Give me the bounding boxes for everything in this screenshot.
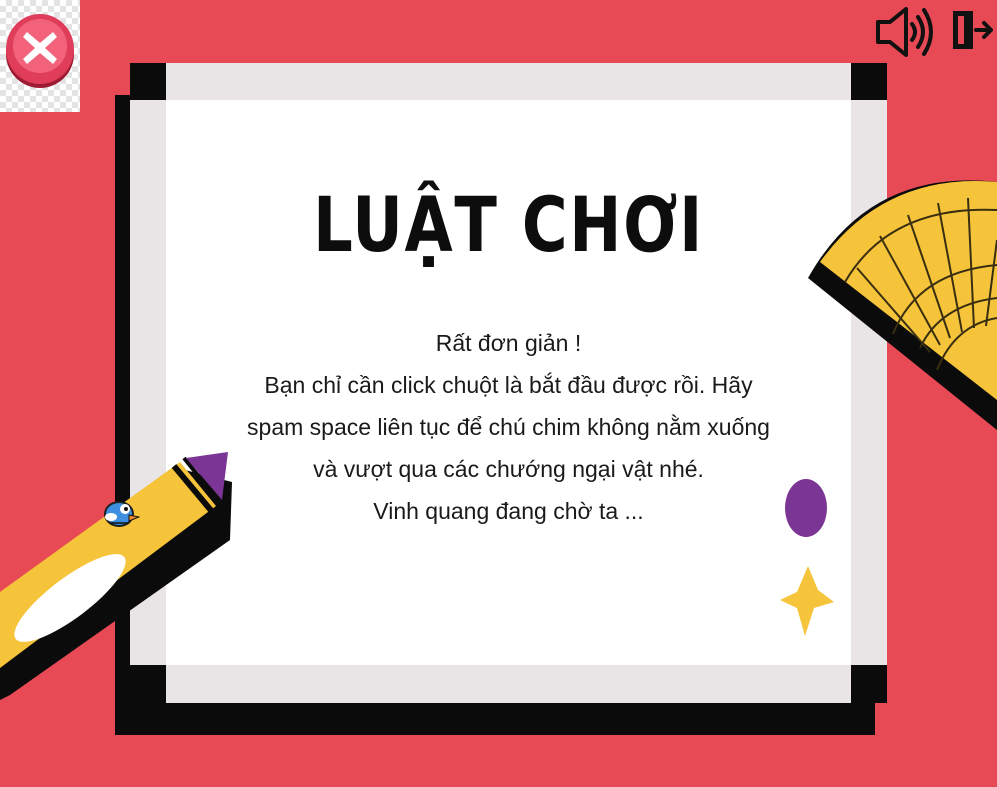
game-screen: LUẬT CHƠI Rất đơn giản ! Bạn chỉ cần cli… — [0, 0, 997, 787]
speaker-sound-icon — [876, 7, 933, 57]
close-x-icon — [6, 14, 74, 88]
close-button[interactable] — [3, 10, 77, 90]
exit-button[interactable] — [950, 8, 994, 52]
rules-text: Rất đơn giản ! Bạn chỉ cần click chuột l… — [166, 322, 851, 532]
rule-line: Rất đơn giản ! — [435, 330, 582, 356]
rule-line: Vinh quang đang chờ ta ... — [373, 498, 644, 524]
exit-door-icon — [953, 11, 993, 49]
rule-line: Bạn chỉ cần click chuột là bắt đầu được … — [264, 372, 753, 398]
sound-toggle-button[interactable] — [872, 4, 934, 60]
bird-sprite — [102, 497, 141, 531]
rule-line: và vượt qua các chướng ngại vật nhé. — [313, 456, 704, 482]
page-title: LUẬT CHƠI — [313, 180, 704, 269]
rule-line: spam space liên tục để chú chim không nằ… — [247, 414, 770, 440]
bird-icon — [104, 501, 141, 527]
